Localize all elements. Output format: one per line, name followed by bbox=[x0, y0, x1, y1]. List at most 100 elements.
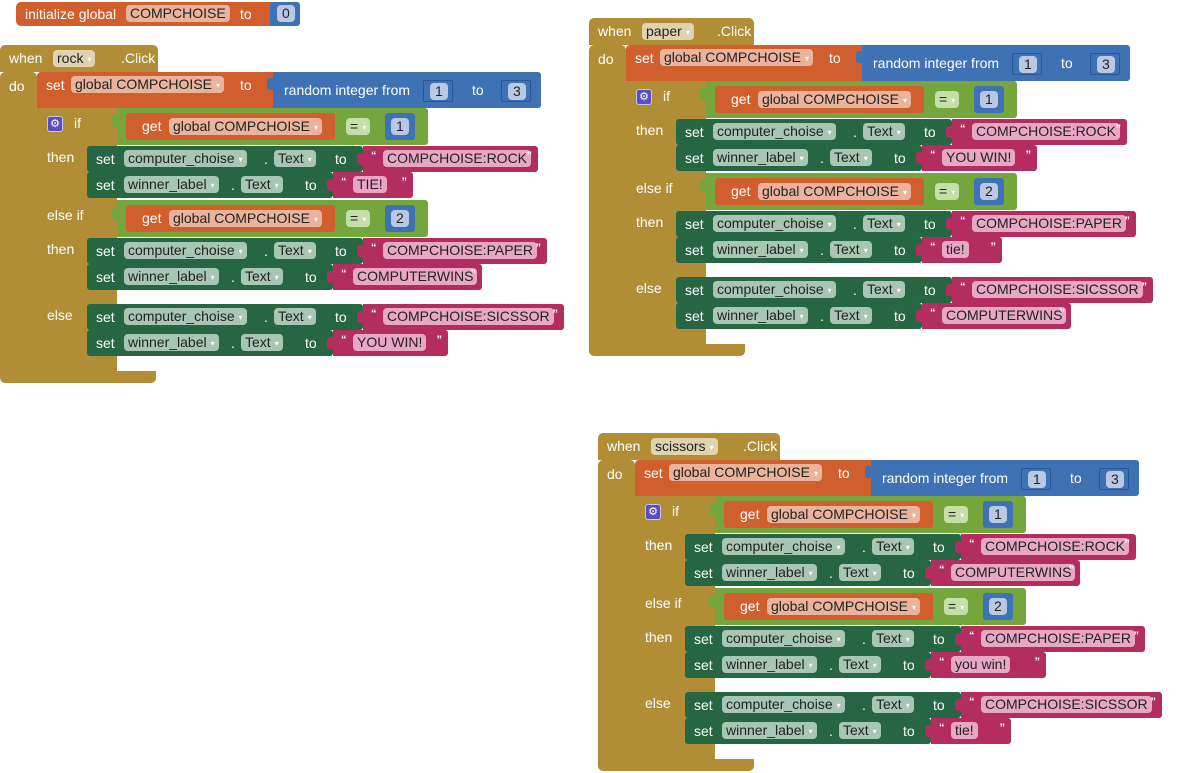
random-from-block[interactable]: 1 bbox=[1021, 468, 1051, 490]
event-body-spine[interactable] bbox=[589, 45, 626, 355]
property-dropdown[interactable]: Text ▾ bbox=[830, 149, 872, 166]
global-variable-dropdown[interactable]: global COMPCHOISE ▾ bbox=[669, 464, 822, 481]
get-variable-block[interactable]: get global COMPCHOISE ▾ bbox=[724, 593, 933, 620]
text-string-block[interactable]: “ COMPCHOISE:PAPER” bbox=[946, 211, 1136, 237]
set-computer-choise-statement[interactable]: set computer_choise ▾. Text ▾ to bbox=[685, 692, 961, 718]
component-selector[interactable]: paper ▾ bbox=[642, 23, 694, 40]
event-body-spine[interactable] bbox=[598, 460, 635, 770]
string-value-field[interactable]: COMPUTERWINS bbox=[942, 307, 1067, 324]
component-dropdown[interactable]: winner_label ▾ bbox=[722, 564, 817, 581]
dropdown-arrow-icon[interactable]: ▾ bbox=[951, 96, 955, 105]
component-dropdown[interactable]: winner_label ▾ bbox=[713, 241, 808, 258]
text-string-block[interactable]: “ COMPCHOISE:PAPER” bbox=[955, 626, 1145, 652]
text-string-block[interactable]: “ COMPCHOISE:SICSSOR” bbox=[946, 277, 1153, 303]
dropdown-arrow-icon[interactable]: ▾ bbox=[906, 701, 910, 710]
set-winner-label-statement[interactable]: set winner_label ▾. Text ▾ to bbox=[87, 172, 333, 198]
compare-number-block[interactable]: 2 bbox=[983, 593, 1013, 620]
get-variable-dropdown[interactable]: global COMPCHOISE ▾ bbox=[767, 506, 920, 523]
init-number-block[interactable]: 0 bbox=[270, 2, 300, 26]
text-string-block[interactable]: “ COMPCHOISE:ROCK” bbox=[357, 146, 538, 172]
dropdown-arrow-icon[interactable]: ▾ bbox=[828, 286, 832, 295]
compare-value-field[interactable]: 2 bbox=[989, 598, 1007, 615]
component-dropdown[interactable]: computer_choise ▾ bbox=[713, 123, 836, 140]
global-variable-dropdown[interactable]: global COMPCHOISE ▾ bbox=[71, 76, 224, 93]
property-dropdown[interactable]: Text ▾ bbox=[274, 242, 316, 259]
get-variable-dropdown[interactable]: global COMPCHOISE ▾ bbox=[758, 183, 911, 200]
set-computer-choise-statement[interactable]: set computer_choise ▾. Text ▾ to bbox=[87, 146, 363, 172]
property-dropdown[interactable]: Text ▾ bbox=[839, 564, 881, 581]
property-dropdown[interactable]: Text ▾ bbox=[830, 307, 872, 324]
get-variable-dropdown[interactable]: global COMPCHOISE ▾ bbox=[767, 598, 920, 615]
component-dropdown[interactable]: winner_label ▾ bbox=[124, 334, 219, 351]
component-dropdown[interactable]: winner_label ▾ bbox=[124, 268, 219, 285]
component-dropdown[interactable]: winner_label ▾ bbox=[124, 176, 219, 193]
component-dropdown[interactable]: computer_choise ▾ bbox=[124, 242, 247, 259]
random-to-block[interactable]: 3 bbox=[501, 80, 531, 102]
property-dropdown[interactable]: Text ▾ bbox=[863, 281, 905, 298]
property-dropdown[interactable]: Text ▾ bbox=[241, 268, 283, 285]
compare-number-block[interactable]: 2 bbox=[385, 205, 415, 232]
component-dropdown[interactable]: computer_choise ▾ bbox=[722, 630, 845, 647]
string-value-field[interactable]: COMPUTERWINS bbox=[951, 564, 1076, 581]
component-dropdown[interactable]: winner_label ▾ bbox=[722, 656, 817, 673]
get-variable-block[interactable]: get global COMPCHOISE ▾ bbox=[724, 501, 933, 528]
dropdown-arrow-icon[interactable]: ▾ bbox=[362, 123, 366, 132]
text-string-block[interactable]: “ YOU WIN! ” bbox=[327, 330, 448, 356]
dropdown-arrow-icon[interactable]: ▾ bbox=[951, 188, 955, 197]
property-dropdown[interactable]: Text ▾ bbox=[863, 215, 905, 232]
component-dropdown[interactable]: computer_choise ▾ bbox=[124, 308, 247, 325]
dropdown-arrow-icon[interactable]: ▾ bbox=[308, 247, 312, 256]
property-dropdown[interactable]: Text ▾ bbox=[872, 630, 914, 647]
compare-number-block[interactable]: 1 bbox=[974, 86, 1004, 113]
text-string-block[interactable]: “ COMPCHOISE:SICSSOR” bbox=[357, 304, 564, 330]
property-dropdown[interactable]: Text ▾ bbox=[839, 656, 881, 673]
property-dropdown[interactable]: Text ▾ bbox=[274, 308, 316, 325]
set-winner-label-statement[interactable]: set winner_label ▾. Text ▾ to bbox=[676, 237, 922, 263]
random-integer-block[interactable]: random integer from 1 to 3 bbox=[856, 45, 1130, 81]
dropdown-arrow-icon[interactable]: ▾ bbox=[873, 661, 877, 670]
dropdown-arrow-icon[interactable]: ▾ bbox=[912, 603, 916, 612]
compare-block-2[interactable]: get global COMPCHOISE ▾ = ▾ 2 bbox=[700, 173, 1017, 210]
dropdown-arrow-icon[interactable]: ▾ bbox=[800, 154, 804, 163]
compare-block-1[interactable]: get global COMPCHOISE ▾ = ▾ 1 bbox=[700, 81, 1017, 118]
string-value-field[interactable]: COMPCHOISE:ROCK bbox=[972, 123, 1121, 140]
compare-value-field[interactable]: 2 bbox=[391, 210, 409, 227]
property-dropdown[interactable]: Text ▾ bbox=[830, 241, 872, 258]
init-value-field[interactable]: 0 bbox=[277, 5, 295, 22]
dropdown-arrow-icon[interactable]: ▾ bbox=[809, 727, 813, 736]
random-integer-block[interactable]: random integer from 1 to 3 bbox=[865, 460, 1139, 496]
component-dropdown[interactable]: winner_label ▾ bbox=[713, 307, 808, 324]
initialize-global-block[interactable]: initialize global COMPCHOISE to bbox=[16, 2, 278, 26]
dropdown-arrow-icon[interactable]: ▾ bbox=[903, 96, 907, 105]
compare-operator-dropdown[interactable]: = ▾ bbox=[935, 183, 960, 200]
random-integer-block[interactable]: random integer from 1 to 3 bbox=[267, 72, 541, 108]
set-computer-choise-statement[interactable]: set computer_choise ▾. Text ▾ to bbox=[676, 119, 952, 145]
string-value-field[interactable]: YOU WIN! bbox=[353, 334, 427, 351]
string-value-field[interactable]: tie! bbox=[951, 722, 978, 739]
string-value-field[interactable]: COMPCHOISE:SICSSOR bbox=[981, 696, 1152, 713]
random-from-field[interactable]: 1 bbox=[1019, 56, 1037, 73]
compare-value-field[interactable]: 1 bbox=[980, 91, 998, 108]
compare-block-2[interactable]: get global COMPCHOISE ▾ = ▾ 2 bbox=[111, 200, 428, 237]
dropdown-arrow-icon[interactable]: ▾ bbox=[362, 215, 366, 224]
dropdown-arrow-icon[interactable]: ▾ bbox=[837, 543, 841, 552]
random-from-block[interactable]: 1 bbox=[1012, 53, 1042, 75]
mutator-gear-icon[interactable]: ⚙ bbox=[47, 116, 63, 132]
compare-number-block[interactable]: 1 bbox=[983, 501, 1013, 528]
set-winner-label-statement[interactable]: set winner_label ▾. Text ▾ to bbox=[685, 718, 931, 744]
string-value-field[interactable]: COMPCHOISE:SICSSOR bbox=[972, 281, 1143, 298]
set-computer-choise-statement[interactable]: set computer_choise ▾. Text ▾ to bbox=[685, 534, 961, 560]
text-string-block[interactable]: “ tie! ” bbox=[916, 237, 1002, 263]
text-string-block[interactable]: “ COMPUTERWINS” bbox=[327, 264, 482, 290]
property-dropdown[interactable]: Text ▾ bbox=[241, 176, 283, 193]
dropdown-arrow-icon[interactable]: ▾ bbox=[828, 128, 832, 137]
set-winner-label-statement[interactable]: set winner_label ▾. Text ▾ to bbox=[676, 303, 922, 329]
random-from-field[interactable]: 1 bbox=[1028, 471, 1046, 488]
dropdown-arrow-icon[interactable]: ▾ bbox=[873, 727, 877, 736]
dropdown-arrow-icon[interactable]: ▾ bbox=[710, 443, 714, 452]
dropdown-arrow-icon[interactable]: ▾ bbox=[906, 543, 910, 552]
set-winner-label-statement[interactable]: set winner_label ▾. Text ▾ to bbox=[685, 560, 931, 586]
string-value-field[interactable]: COMPCHOISE:PAPER bbox=[972, 215, 1126, 232]
dropdown-arrow-icon[interactable]: ▾ bbox=[837, 701, 841, 710]
string-value-field[interactable]: COMPCHOISE:SICSSOR bbox=[383, 308, 554, 325]
